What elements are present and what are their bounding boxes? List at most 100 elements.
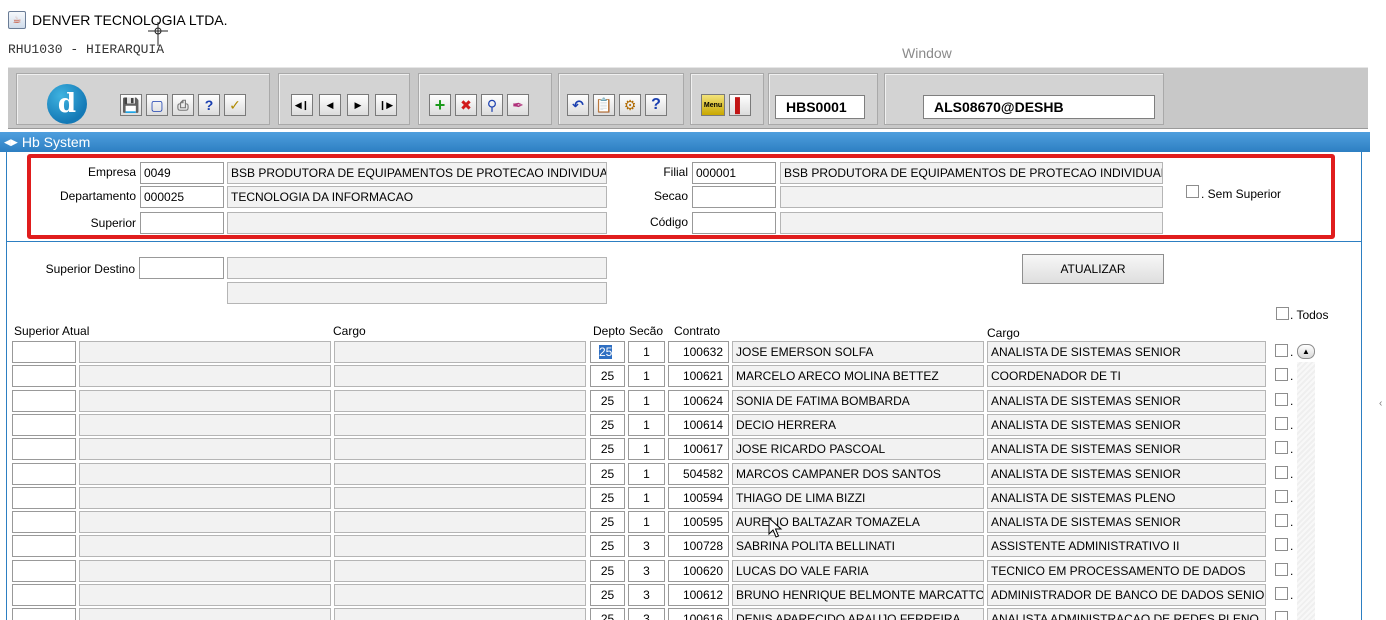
superior-atual-code-cell[interactable] [12,511,76,533]
toolbar-group-records: + ✖ ⚲ ✒ [418,73,552,125]
help-icon[interactable]: ? [645,94,667,116]
row-checkbox[interactable] [1275,466,1288,479]
cargo-left-cell [334,365,586,387]
highlight-annotation [27,154,1335,239]
row-checkbox[interactable] [1275,441,1288,454]
superior-atual-code-cell[interactable] [12,608,76,620]
secao-cell[interactable]: 1 [628,438,665,460]
contrato-cell[interactable]: 504582 [668,463,729,485]
cargo-right-cell: COORDENADOR DE TI [987,365,1266,387]
superior-atual-code-cell[interactable] [12,414,76,436]
superior-atual-code-cell[interactable] [12,438,76,460]
cargo-left-cell [334,535,586,557]
depto-cell[interactable]: 25 [590,341,625,363]
window-icon[interactable]: ▢ [146,94,168,116]
secao-cell[interactable]: 3 [628,584,665,606]
contrato-cell[interactable]: 100594 [668,487,729,509]
contrato-cell[interactable]: 100612 [668,584,729,606]
contrato-cell[interactable]: 100621 [668,365,729,387]
superior-atual-code-cell[interactable] [12,584,76,606]
user-field: ALS08670@DESHB [923,95,1155,119]
row-checkbox[interactable] [1275,538,1288,551]
contrato-cell[interactable]: 100620 [668,560,729,582]
row-checkbox[interactable] [1275,611,1288,620]
depto-cell[interactable]: 25 [590,560,625,582]
superior-atual-code-cell[interactable] [12,463,76,485]
menu-icon[interactable]: Menu [701,94,725,116]
superior-atual-name-cell [79,584,331,606]
contrato-cell[interactable]: 100595 [668,511,729,533]
row-checkbox[interactable] [1275,344,1288,357]
scroll-up-icon[interactable]: ▲ [1297,344,1315,359]
secao-cell[interactable]: 3 [628,560,665,582]
exit-icon[interactable]: ▌ [729,94,751,116]
superior-atual-code-cell[interactable] [12,341,76,363]
superior-atual-code-cell[interactable] [12,365,76,387]
depto-cell[interactable]: 25 [590,438,625,460]
contrato-cell[interactable]: 100728 [668,535,729,557]
first-record-icon[interactable]: ◀❙ [291,94,313,116]
contrato-cell[interactable]: 100614 [668,414,729,436]
depto-cell[interactable]: 25 [590,608,625,620]
contrato-cell[interactable]: 100624 [668,390,729,412]
atualizar-button[interactable]: ATUALIZAR [1022,254,1164,284]
last-record-icon[interactable]: ❙▶ [375,94,397,116]
search-record-icon[interactable]: ⚲ [481,94,503,116]
superior-destino-cargo-field [227,282,607,304]
previous-record-icon[interactable]: ◀ [319,94,341,116]
undo-icon[interactable]: ↶ [567,94,589,116]
contrato-cell[interactable]: 100617 [668,438,729,460]
delete-record-icon[interactable]: ✖ [455,94,477,116]
panel-separator [6,241,1362,242]
header-contrato: Contrato [674,324,721,338]
contrato-cell[interactable]: 100616 [668,608,729,620]
row-checkbox-label: . [1290,491,1294,505]
secao-cell[interactable]: 1 [628,463,665,485]
depto-cell[interactable]: 25 [590,463,625,485]
row-checkbox[interactable] [1275,417,1288,430]
secao-cell[interactable]: 1 [628,414,665,436]
superior-atual-code-cell[interactable] [12,390,76,412]
secao-cell[interactable]: 1 [628,341,665,363]
save-icon[interactable]: 💾 [120,94,142,116]
depto-cell[interactable]: 25 [590,487,625,509]
row-checkbox[interactable] [1275,368,1288,381]
nome-cell: JOSE EMERSON SOLFA [732,341,984,363]
nome-cell: MARCOS CAMPANER DOS SANTOS [732,463,984,485]
superior-atual-code-cell[interactable] [12,487,76,509]
superior-atual-code-cell[interactable] [12,560,76,582]
scrollbar-track[interactable] [1297,362,1315,620]
next-record-icon[interactable]: ▶ [347,94,369,116]
query-icon[interactable]: ? [198,94,220,116]
execute-query-icon[interactable]: ✓ [224,94,246,116]
contrato-cell[interactable]: 100632 [668,341,729,363]
depto-cell[interactable]: 25 [590,390,625,412]
secao-cell[interactable]: 1 [628,487,665,509]
secao-cell[interactable]: 1 [628,390,665,412]
row-checkbox[interactable] [1275,490,1288,503]
insert-record-icon[interactable]: + [429,94,451,116]
row-checkbox[interactable] [1275,393,1288,406]
secao-cell[interactable]: 3 [628,608,665,620]
secao-cell[interactable]: 1 [628,365,665,387]
depto-cell[interactable]: 25 [590,414,625,436]
superior-atual-code-cell[interactable] [12,535,76,557]
print-icon[interactable]: ⎙ [172,94,194,116]
clipboard-icon[interactable]: 📋 [593,94,615,116]
row-checkbox[interactable] [1275,587,1288,600]
superior-destino-code-field[interactable] [139,257,224,279]
depto-cell[interactable]: 25 [590,511,625,533]
secao-cell[interactable]: 1 [628,511,665,533]
superior-atual-name-cell [79,463,331,485]
depto-cell[interactable]: 25 [590,584,625,606]
tools-icon[interactable]: ⚙ [619,94,641,116]
todos-checkbox[interactable] [1276,307,1289,320]
clear-icon[interactable]: ✒ [507,94,529,116]
row-checkbox[interactable] [1275,563,1288,576]
depto-cell[interactable]: 25 [590,535,625,557]
row-checkbox[interactable] [1275,514,1288,527]
window-menu[interactable]: Window [902,45,952,61]
secao-cell[interactable]: 3 [628,535,665,557]
collapse-arrow-icon[interactable]: ◀▶ [4,137,18,148]
depto-cell[interactable]: 25 [590,365,625,387]
